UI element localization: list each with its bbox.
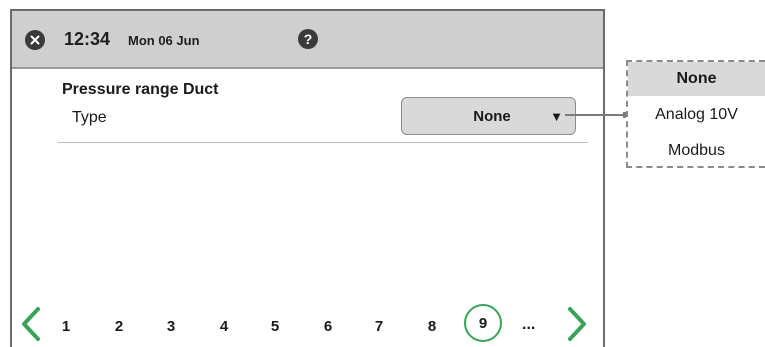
page-2[interactable]: 2	[109, 318, 129, 335]
page-4[interactable]: 4	[214, 318, 234, 335]
help-button[interactable]: ?	[298, 29, 318, 49]
chevron-left-icon	[22, 307, 40, 341]
close-button[interactable]	[25, 30, 45, 50]
page-8[interactable]: 8	[422, 318, 442, 335]
device-screen: 12:34 Mon 06 Jun ? Pressure range Duct T…	[10, 9, 605, 347]
pagination: 1 2 3 4 5 6 7 8 9 ...	[12, 304, 603, 346]
more-pages[interactable]: ...	[522, 316, 535, 334]
section-title: Pressure range Duct	[62, 81, 219, 98]
type-select-value: None	[473, 108, 511, 125]
close-icon	[30, 35, 40, 45]
help-icon: ?	[303, 31, 313, 47]
option-analog-10v[interactable]: Analog 10V	[628, 98, 765, 132]
page-6[interactable]: 6	[318, 318, 338, 335]
clock-date: Mon 06 Jun	[128, 33, 200, 48]
next-page-button[interactable]	[564, 306, 590, 342]
page-7[interactable]: 7	[369, 318, 389, 335]
row-divider	[58, 142, 588, 143]
type-label: Type	[72, 109, 107, 126]
chevron-right-icon	[568, 307, 586, 341]
type-select[interactable]: None ▼	[401, 97, 576, 135]
page-current-label: 9	[478, 314, 488, 332]
page-current[interactable]: 9	[464, 304, 502, 342]
clock-time: 12:34	[64, 29, 111, 49]
dropdown-arrow-icon: ▼	[550, 109, 563, 124]
dropdown-connector	[565, 114, 626, 116]
type-options-list: None Analog 10V Modbus	[626, 60, 765, 168]
option-none[interactable]: None	[628, 62, 765, 96]
page-5[interactable]: 5	[265, 318, 285, 335]
status-bar: 12:34 Mon 06 Jun ?	[12, 11, 603, 69]
option-modbus[interactable]: Modbus	[628, 134, 765, 168]
page-1[interactable]: 1	[56, 318, 76, 335]
page-3[interactable]: 3	[161, 318, 181, 335]
previous-page-button[interactable]	[18, 306, 44, 342]
